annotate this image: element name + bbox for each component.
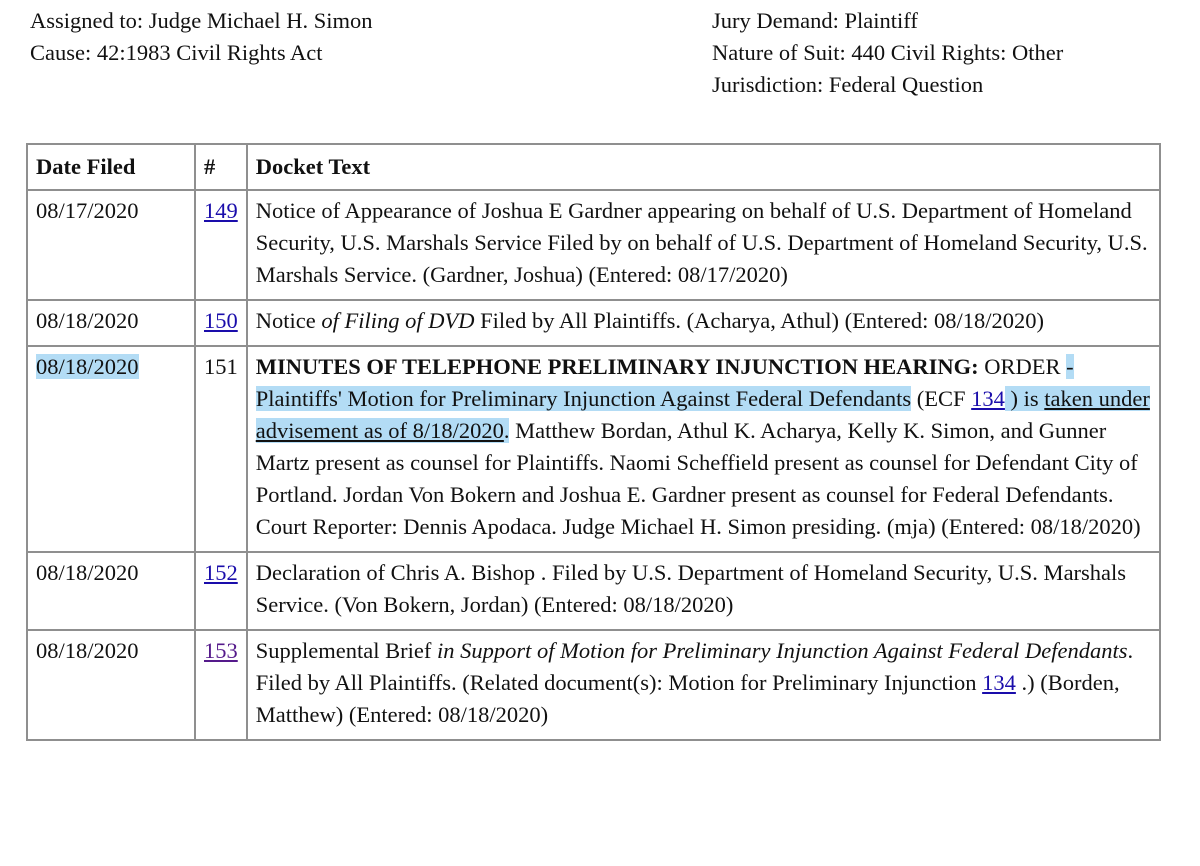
jurisdiction: Jurisdiction: Federal Question bbox=[712, 72, 984, 97]
date-filed: 08/17/2020 bbox=[26, 189, 196, 301]
docket-text-part: Supplemental Brief bbox=[255, 638, 437, 663]
minutes-title: MINUTES OF TELEPHONE PRELIMINARY INJUNCT… bbox=[255, 354, 979, 379]
docket-text: Declaration of Chris A. Bishop . Filed b… bbox=[245, 551, 1162, 631]
docket-text-part: Notice bbox=[255, 308, 322, 333]
nature-of-suit: Nature of Suit: 440 Civil Rights: Other bbox=[712, 40, 1064, 65]
table-row: 08/18/2020 153 Supplemental Brief in Sup… bbox=[26, 629, 1162, 741]
assigned-to: Assigned to: Judge Michael H. Simon bbox=[30, 8, 373, 33]
highlighted-text: ) is bbox=[1004, 386, 1045, 411]
ecf-134-link[interactable]: 134 bbox=[971, 386, 1005, 411]
docket-number-link[interactable]: 150 bbox=[204, 308, 238, 333]
docket-text: MINUTES OF TELEPHONE PRELIMINARY INJUNCT… bbox=[245, 345, 1162, 553]
docket-number-link[interactable]: 149 bbox=[204, 198, 238, 223]
docket-text: Supplemental Brief in Support of Motion … bbox=[245, 629, 1162, 741]
docket-number-link[interactable]: 153 bbox=[204, 638, 238, 663]
date-filed: 08/18/2020 bbox=[26, 299, 196, 347]
docket-text: Notice of Filing of DVD Filed by All Pla… bbox=[245, 299, 1162, 347]
table-header-row: Date Filed # Docket Text bbox=[26, 143, 1162, 191]
docket-table: Date Filed # Docket Text 08/17/2020 149 … bbox=[26, 143, 1162, 741]
docket-number-link[interactable]: 152 bbox=[204, 560, 238, 585]
jury-demand: Jury Demand: Plaintiff bbox=[712, 8, 918, 33]
cause: Cause: 42:1983 Civil Rights Act bbox=[30, 40, 323, 65]
case-info-right: Jury Demand: Plaintiff Nature of Suit: 4… bbox=[712, 5, 1063, 101]
docket-text-part: ORDER bbox=[978, 354, 1067, 379]
table-row: 08/18/2020 151 MINUTES OF TELEPHONE PREL… bbox=[26, 345, 1162, 553]
docket-text-italic: in Support of Motion for Preliminary Inj… bbox=[436, 638, 1128, 663]
header-number: # bbox=[194, 143, 248, 191]
table-row: 08/17/2020 149 Notice of Appearance of J… bbox=[26, 189, 1162, 301]
table-row: 08/18/2020 152 Declaration of Chris A. B… bbox=[26, 551, 1162, 631]
docket-text: Notice of Appearance of Joshua E Gardner… bbox=[245, 189, 1162, 301]
date-filed-highlighted: 08/18/2020 bbox=[36, 354, 139, 379]
docket-text-part: (ECF bbox=[911, 386, 972, 411]
header-date-filed: Date Filed bbox=[26, 143, 196, 191]
table-row: 08/18/2020 150 Notice of Filing of DVD F… bbox=[26, 299, 1162, 347]
date-filed: 08/18/2020 bbox=[26, 551, 196, 631]
case-info-left: Assigned to: Judge Michael H. Simon Caus… bbox=[30, 5, 372, 69]
docket-text-part: Filed by All Plaintiffs. (Acharya, Athul… bbox=[474, 308, 1044, 333]
docket-text-italic: of Filing of DVD bbox=[321, 308, 475, 333]
date-filed: 08/18/2020 bbox=[26, 629, 196, 741]
docket-number: 151 bbox=[194, 345, 248, 553]
related-doc-134-link[interactable]: 134 bbox=[982, 670, 1016, 695]
header-docket-text: Docket Text bbox=[245, 143, 1162, 191]
